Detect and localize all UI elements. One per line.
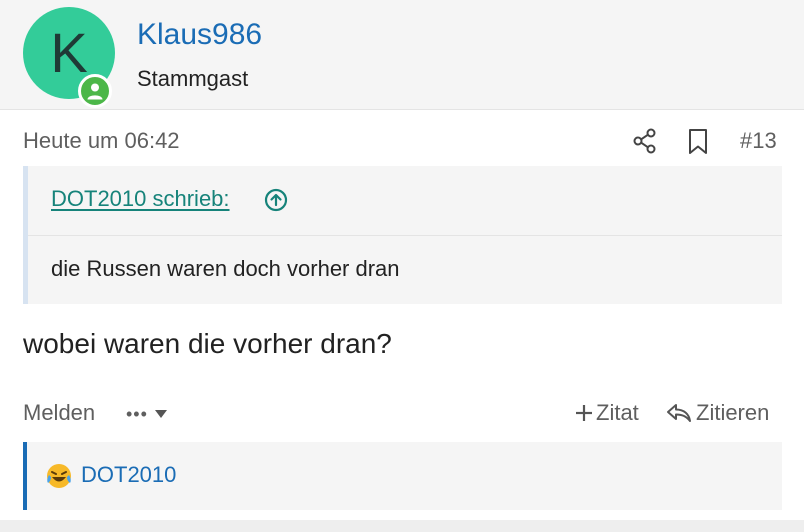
- reaction-user-link[interactable]: DOT2010: [81, 462, 176, 488]
- post-number-link[interactable]: #13: [740, 128, 777, 154]
- multi-quote-button[interactable]: Zitat: [574, 400, 639, 426]
- post-separator: [0, 520, 804, 532]
- quote-author-link[interactable]: DOT2010 schrieb:: [51, 186, 230, 212]
- quote-block: DOT2010 schrieb: die Russen waren doch v…: [23, 166, 782, 304]
- username-link[interactable]: Klaus986: [137, 18, 262, 52]
- quote-text: die Russen waren doch vorher dran: [51, 256, 400, 281]
- reply-icon: [667, 404, 691, 422]
- laughing-tears-emoji-icon: [45, 462, 73, 490]
- multi-quote-label: Zitat: [596, 400, 639, 425]
- reactions-bar[interactable]: DOT2010: [23, 442, 782, 510]
- post-timestamp[interactable]: Heute um 06:42: [23, 128, 180, 154]
- reply-quote-button[interactable]: Zitieren: [666, 400, 769, 426]
- jump-to-quote-icon[interactable]: [264, 188, 288, 212]
- user-title: Stammgast: [137, 66, 249, 91]
- quote-header: DOT2010 schrieb:: [28, 166, 782, 236]
- post-author-header: K Klaus986 Stammgast: [0, 0, 804, 110]
- share-icon[interactable]: [632, 128, 658, 154]
- more-dots-icon: •••: [126, 403, 148, 424]
- report-button[interactable]: Melden: [23, 400, 95, 426]
- reply-quote-label: Zitieren: [696, 400, 770, 425]
- plus-icon: [576, 405, 592, 421]
- post-body: wobei waren die vorher dran?: [23, 328, 392, 359]
- bookmark-icon[interactable]: [686, 128, 710, 156]
- online-status-icon: [78, 74, 112, 108]
- more-actions-button[interactable]: •••: [126, 402, 168, 426]
- caret-down-icon: [154, 410, 167, 418]
